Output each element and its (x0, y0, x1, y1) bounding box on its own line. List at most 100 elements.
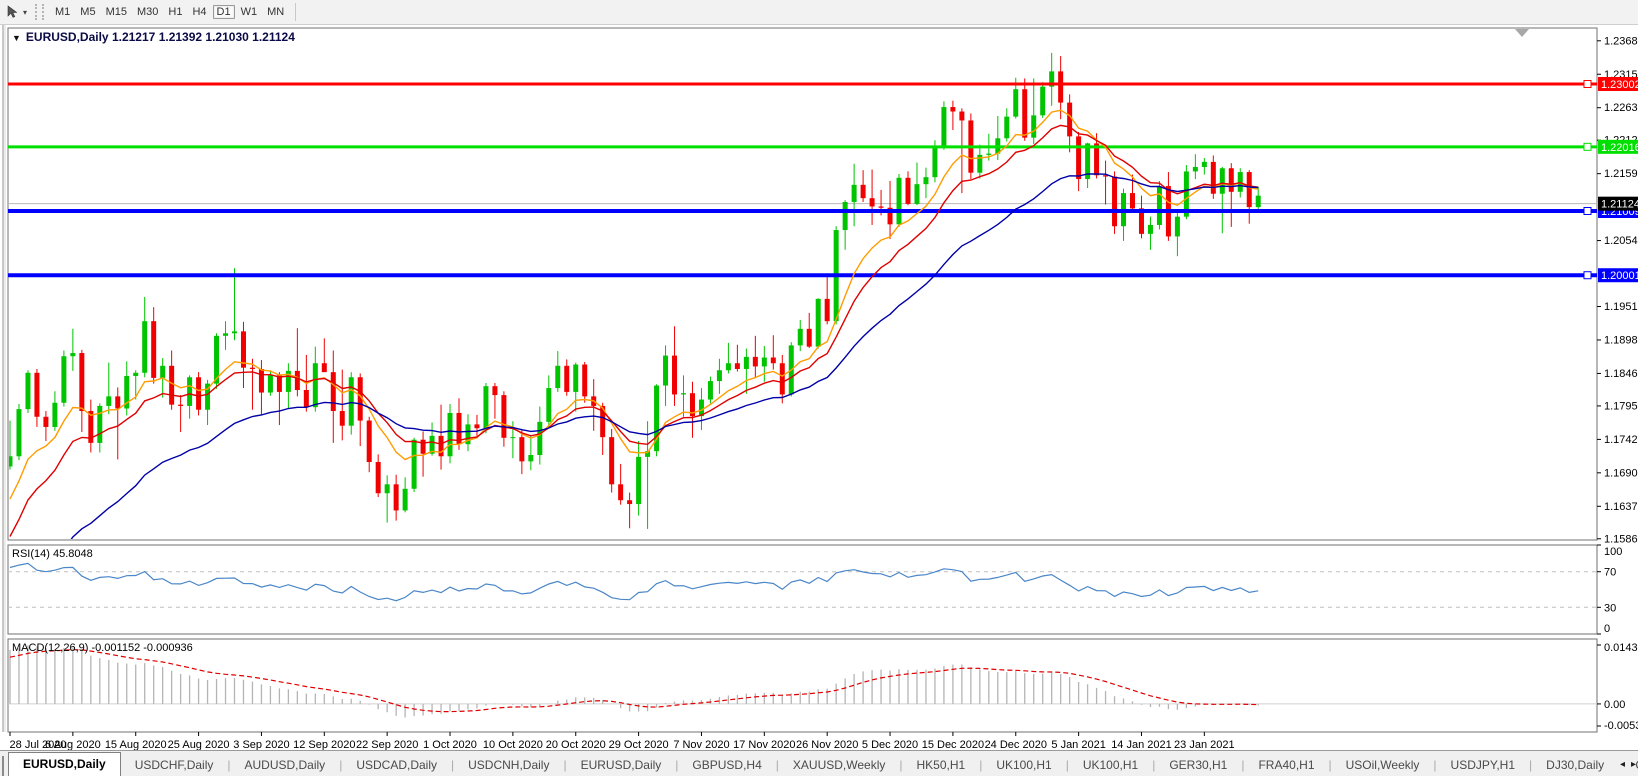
svg-text:15 Dec 2020: 15 Dec 2020 (922, 739, 984, 750)
chart-tab-9[interactable]: UK100,H1 (982, 754, 1065, 776)
svg-text:70: 70 (1604, 567, 1616, 579)
chart-tab-12[interactable]: FRA40,H1 (1244, 754, 1328, 776)
chart-tab-4[interactable]: USDCNH,Daily (454, 754, 563, 776)
chart-symbol-period: EURUSD,Daily (26, 30, 109, 44)
svg-text:0: 0 (1604, 623, 1610, 635)
timeframe-button-h4[interactable]: H4 (188, 5, 210, 19)
svg-text:30: 30 (1604, 602, 1616, 614)
svg-text:1.20545: 1.20545 (1604, 235, 1638, 247)
chart-tab-6[interactable]: GBPUSD,H4 (678, 754, 775, 776)
tab-scroll-arrows: ◂ ▸ (1614, 757, 1636, 773)
timeframe-button-m5[interactable]: M5 (76, 5, 99, 19)
svg-text:1.18460: 1.18460 (1604, 368, 1638, 380)
svg-text:0.014384: 0.014384 (1604, 642, 1638, 654)
svg-text:1.16900: 1.16900 (1604, 467, 1638, 479)
rsi-indicator-label: RSI(14) 45.8048 (12, 548, 93, 560)
ohlc-close: 1.21124 (252, 30, 295, 44)
ohlc-high: 1.21392 (159, 30, 202, 44)
timeframe-button-d1[interactable]: D1 (213, 5, 235, 19)
svg-text:1.15865: 1.15865 (1604, 533, 1638, 545)
line-handle[interactable] (1584, 143, 1591, 150)
chart-tab-11[interactable]: GER30,H1 (1155, 754, 1241, 776)
svg-text:1.21124: 1.21124 (1601, 199, 1638, 211)
tabbar-gripper (2, 756, 4, 776)
toolbar-separator (295, 3, 296, 21)
chart-menu-caret-icon[interactable]: ▼ (12, 33, 21, 43)
svg-text:100: 100 (1604, 546, 1622, 558)
chart-tab-5[interactable]: EURUSD,Daily (567, 754, 676, 776)
chart-canvas[interactable]: 1.236801.231551.226301.221201.215951.205… (0, 25, 1638, 750)
svg-text:22 Sep 2020: 22 Sep 2020 (356, 739, 418, 750)
chart-tab-1[interactable]: USDCHF,Daily (121, 754, 228, 776)
svg-text:0.00: 0.00 (1604, 699, 1625, 711)
line-price-label: 1.22016 (1598, 140, 1638, 154)
bid-price-label: 1.21124 (1598, 197, 1638, 211)
mt4-window: ▾ M1M5M15M30H1H4D1W1MN 1.236801.231551.2… (0, 0, 1638, 776)
line-handle[interactable] (1584, 81, 1591, 88)
svg-text:29 Oct 2020: 29 Oct 2020 (609, 739, 669, 750)
chart-title: ▼ EURUSD,Daily 1.21217 1.21392 1.21030 1.… (12, 30, 295, 44)
chart-tab-0[interactable]: EURUSD,Daily (8, 752, 121, 776)
svg-text:1.18985: 1.18985 (1604, 334, 1638, 346)
svg-text:1.23680: 1.23680 (1604, 35, 1638, 47)
svg-text:1.17950: 1.17950 (1604, 400, 1638, 412)
cursor-tool-icon[interactable] (4, 3, 22, 21)
chart-tab-15[interactable]: DJ30,Daily (1532, 754, 1618, 776)
svg-text:10 Oct 2020: 10 Oct 2020 (483, 739, 543, 750)
svg-text:1.19510: 1.19510 (1604, 301, 1638, 313)
svg-text:23 Jan 2021: 23 Jan 2021 (1174, 739, 1235, 750)
timeframe-button-w1[interactable]: W1 (237, 5, 262, 19)
line-handle[interactable] (1584, 272, 1591, 279)
time-axis[interactable]: 28 Jul 20206 Aug 202015 Aug 202025 Aug 2… (10, 732, 1235, 750)
svg-text:6 Aug 2020: 6 Aug 2020 (45, 739, 101, 750)
ohlc-open: 1.21217 (112, 30, 155, 44)
line-price-label: 1.23002 (1598, 77, 1638, 91)
svg-text:5 Jan 2021: 5 Jan 2021 (1051, 739, 1105, 750)
chart-tab-14[interactable]: USDJPY,H1 (1437, 754, 1529, 776)
svg-text:1.22630: 1.22630 (1604, 102, 1638, 114)
svg-text:24 Dec 2020: 24 Dec 2020 (985, 739, 1047, 750)
timeframe-toolbar: ▾ M1M5M15M30H1H4D1W1MN (0, 0, 1638, 25)
tab-list: EURUSD,DailyUSDCHF,Daily|AUDUSD,Daily|US… (8, 752, 1638, 776)
svg-text:12 Sep 2020: 12 Sep 2020 (293, 739, 355, 750)
timeframe-button-m15[interactable]: M15 (102, 5, 131, 19)
line-price-label: 1.20001 (1598, 268, 1638, 282)
svg-text:1.17425: 1.17425 (1604, 434, 1638, 446)
svg-text:3 Sep 2020: 3 Sep 2020 (233, 739, 289, 750)
timeframe-button-m1[interactable]: M1 (51, 5, 74, 19)
macd-indicator-label: MACD(12,26,9) -0.001152 -0.000936 (12, 642, 193, 654)
svg-text:1.23002: 1.23002 (1601, 79, 1638, 91)
svg-text:17 Nov 2020: 17 Nov 2020 (733, 739, 795, 750)
svg-text:25 Aug 2020: 25 Aug 2020 (168, 739, 230, 750)
chart-tab-3[interactable]: USDCAD,Daily (342, 754, 451, 776)
svg-text:26 Nov 2020: 26 Nov 2020 (796, 739, 858, 750)
chart-tab-13[interactable]: USOil,Weekly (1332, 754, 1434, 776)
price-axis[interactable]: 1.236801.231551.226301.221201.215951.205… (1597, 35, 1638, 545)
svg-text:-0.00539: -0.00539 (1604, 720, 1638, 732)
chart-tab-bar: EURUSD,DailyUSDCHF,Daily|AUDUSD,Daily|US… (0, 750, 1638, 776)
chart-tab-2[interactable]: AUDUSD,Daily (231, 754, 340, 776)
cursor-tool-dropdown-icon[interactable]: ▾ (23, 8, 27, 17)
ohlc-low: 1.21030 (205, 30, 248, 44)
chart-area: 1.236801.231551.226301.221201.215951.205… (0, 25, 1638, 750)
tab-scroll-right-icon[interactable]: ▸ (1631, 757, 1636, 773)
svg-text:20 Oct 2020: 20 Oct 2020 (546, 739, 606, 750)
svg-text:7 Nov 2020: 7 Nov 2020 (673, 739, 729, 750)
svg-text:1.20001: 1.20001 (1601, 270, 1638, 282)
chart-tab-10[interactable]: UK100,H1 (1069, 754, 1152, 776)
svg-text:5 Dec 2020: 5 Dec 2020 (862, 739, 918, 750)
timeframe-button-h1[interactable]: H1 (164, 5, 186, 19)
svg-text:1.22016: 1.22016 (1601, 142, 1638, 154)
svg-text:1 Oct 2020: 1 Oct 2020 (423, 739, 477, 750)
svg-text:1.21595: 1.21595 (1604, 168, 1638, 180)
chart-tab-7[interactable]: XAUUSD,Weekly (779, 754, 899, 776)
timeframe-button-mn[interactable]: MN (263, 5, 288, 19)
svg-text:15 Aug 2020: 15 Aug 2020 (105, 739, 167, 750)
toolbar-grip[interactable] (35, 4, 44, 20)
chart-tab-8[interactable]: HK50,H1 (902, 754, 979, 776)
timeframe-button-m30[interactable]: M30 (133, 5, 162, 19)
tab-scroll-left-icon[interactable]: ◂ (1620, 757, 1625, 773)
timeframe-buttons: M1M5M15M30H1H4D1W1MN (50, 2, 289, 22)
svg-text:14 Jan 2021: 14 Jan 2021 (1111, 739, 1172, 750)
line-handle[interactable] (1584, 207, 1591, 214)
